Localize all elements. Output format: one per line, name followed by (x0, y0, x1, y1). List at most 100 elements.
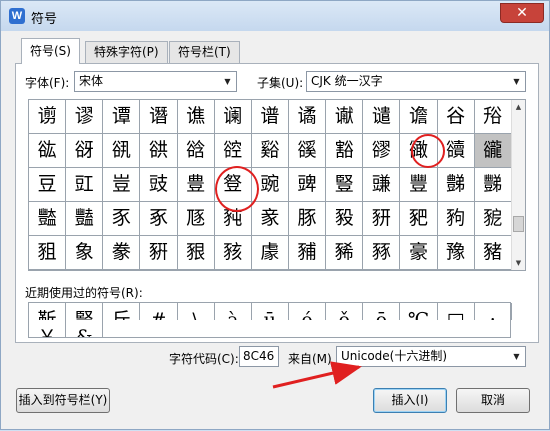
recent-symbol-cell[interactable]: \ (178, 303, 215, 320)
symbol-cell[interactable]: 豌 (251, 168, 289, 202)
symbol-cell[interactable]: 谬 (66, 100, 104, 134)
symbol-cell[interactable]: 豱 (178, 270, 215, 271)
font-select[interactable]: 宋体 ▼ (74, 71, 237, 92)
recent-symbol-cell[interactable]: 靳 (29, 303, 67, 320)
symbol-cell[interactable]: 豇 (66, 168, 104, 202)
symbol-cell[interactable]: 豠 (29, 236, 67, 270)
symbol-cell[interactable]: 豰 (140, 270, 177, 271)
recent-symbol-cell[interactable]: ū (252, 303, 289, 320)
recent-symbol-cell[interactable]: : (475, 303, 512, 320)
symbol-cell[interactable]: 豔 (66, 202, 104, 236)
recent-symbol-cell[interactable]: ō (363, 303, 401, 320)
chevron-down-icon[interactable]: ▼ (508, 347, 525, 366)
tab-symbols[interactable]: 符号(S) (21, 38, 80, 64)
symbol-cell[interactable]: 谯 (177, 100, 215, 134)
symbol-cell[interactable]: 谻 (103, 134, 141, 168)
symbol-cell[interactable]: 豓 (29, 202, 67, 236)
symbol-cell[interactable]: 谽 (177, 134, 215, 168)
symbol-grid-scrollbar[interactable]: ▲ ▼ (511, 100, 525, 270)
symbol-cell[interactable]: 豄 (437, 134, 475, 168)
symbol-cell[interactable]: 豊 (177, 168, 215, 202)
tab-symbol-bar[interactable]: 符号栏(T) (169, 41, 240, 63)
recent-symbol-cell[interactable]: é (289, 303, 327, 320)
symbol-cell[interactable]: 豀 (288, 134, 327, 168)
close-button[interactable]: ✕ (500, 3, 544, 23)
symbol-cell[interactable]: 豍 (288, 168, 327, 202)
symbol-cell[interactable]: 豦 (251, 236, 289, 270)
chevron-down-icon[interactable]: ▼ (219, 72, 236, 91)
symbol-cell[interactable]: 豉 (140, 168, 178, 202)
symbol-cell[interactable]: 豙 (251, 202, 289, 236)
symbol-cell[interactable]: 豲 (215, 270, 252, 271)
symbol-cell[interactable]: 豭 (29, 270, 66, 271)
symbol-cell[interactable]: 豐 (400, 168, 438, 202)
recent-symbol-cell[interactable]: # (140, 303, 178, 320)
recent-symbol-cell[interactable]: & (66, 320, 104, 337)
symbol-cell[interactable]: 豈 (103, 168, 141, 202)
symbol-cell[interactable]: 豫 (437, 236, 475, 270)
recent-symbol-cell[interactable]: ℃ (400, 303, 438, 320)
symbol-cell[interactable]: 豑 (437, 168, 475, 202)
recent-symbol-cell[interactable]: 斤 (103, 303, 141, 320)
symbol-cell[interactable]: 豳 (252, 270, 289, 271)
symbol-cell[interactable]: 豋 (214, 168, 252, 202)
symbol-cell[interactable]: 谳 (326, 100, 364, 134)
recent-symbol-cell[interactable]: □ (438, 303, 475, 320)
symbol-cell[interactable]: 谵 (400, 100, 438, 134)
recent-symbol-cell[interactable]: à (215, 303, 252, 320)
symbol-cell[interactable]: 谰 (214, 100, 252, 134)
symbol-cell[interactable]: 豞 (437, 202, 475, 236)
symbol-cell[interactable]: 谴 (363, 100, 401, 134)
symbol-cell[interactable]: 豘 (214, 202, 252, 236)
symbol-cell[interactable]: 豝 (400, 202, 438, 236)
symbol-cell[interactable]: 豟 (474, 202, 512, 236)
scroll-thumb[interactable] (513, 216, 524, 232)
symbol-cell[interactable]: 豚 (288, 202, 327, 236)
symbol-cell[interactable]: 豬 (474, 236, 512, 270)
recent-symbol-cell[interactable]: ￥ (29, 320, 67, 337)
symbol-cell[interactable]: 豒 (474, 168, 512, 202)
symbol-cell[interactable]: 豥 (214, 236, 252, 270)
symbol-cell[interactable]: 豖 (140, 202, 178, 236)
symbol-cell[interactable]: 谼 (140, 134, 178, 168)
symbol-cell[interactable]: 豃 (400, 134, 438, 168)
symbol-cell[interactable]: 豂 (363, 134, 401, 168)
symbol-cell[interactable]: 豴 (289, 270, 326, 271)
encoding-select[interactable]: Unicode(十六进制) ▼ (336, 346, 526, 367)
subset-select[interactable]: CJK 统一汉字 ▼ (306, 71, 526, 92)
symbol-cell[interactable]: 豢 (103, 236, 141, 270)
recent-symbol-cell[interactable]: ǒ (326, 303, 364, 320)
symbol-cell[interactable]: 谿 (251, 134, 289, 168)
symbol-cell[interactable]: 谲 (288, 100, 327, 134)
symbol-cell[interactable]: 豤 (177, 236, 215, 270)
symbol-cell[interactable]: 豪 (400, 236, 438, 270)
symbol-cell[interactable]: 豏 (363, 168, 401, 202)
scroll-down-icon[interactable]: ▼ (512, 256, 525, 270)
symbol-cell[interactable]: 谹 (29, 134, 67, 168)
symbol-cell[interactable]: 豣 (140, 236, 178, 270)
symbol-cell[interactable]: 象 (66, 236, 104, 270)
scroll-up-icon[interactable]: ▲ (512, 100, 525, 114)
symbol-cell[interactable]: 豩 (363, 236, 401, 270)
symbol-cell[interactable]: 谷 (437, 100, 475, 134)
char-code-input[interactable]: 8C46 (239, 346, 279, 367)
symbol-cell[interactable]: 豅 (474, 134, 512, 168)
symbol-cell[interactable]: 豆 (29, 168, 67, 202)
symbol-cell[interactable]: 谫 (29, 100, 67, 134)
symbol-cell[interactable]: 谾 (214, 134, 252, 168)
cancel-button[interactable]: 取消 (456, 388, 530, 413)
symbol-cell[interactable]: 豮 (66, 270, 103, 271)
symbol-cell[interactable]: 豁 (326, 134, 364, 168)
insert-button[interactable]: 插入(I) (373, 388, 447, 413)
symbol-cell[interactable]: 豛 (326, 202, 364, 236)
chevron-down-icon[interactable]: ▼ (508, 72, 525, 91)
symbol-cell[interactable]: 豧 (288, 236, 327, 270)
symbol-cell[interactable]: 谸 (474, 100, 512, 134)
symbol-cell[interactable]: 谺 (66, 134, 104, 168)
symbol-cell[interactable]: 豕 (103, 202, 141, 236)
recent-symbol-cell[interactable]: 豎 (66, 303, 104, 320)
insert-to-symbol-bar-button[interactable]: 插入到符号栏(Y) (16, 388, 110, 413)
symbol-cell[interactable]: 谮 (140, 100, 178, 134)
symbol-cell[interactable]: 谭 (103, 100, 141, 134)
symbol-cell[interactable]: 豵 (326, 270, 363, 271)
